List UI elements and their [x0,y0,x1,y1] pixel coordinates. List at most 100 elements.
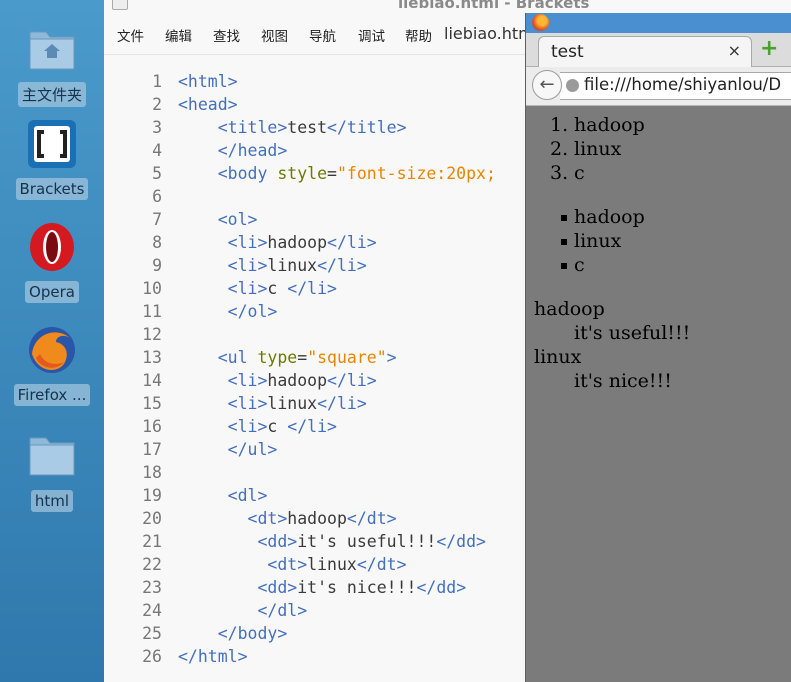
tab-title: test [551,42,584,62]
code-token: </li> [317,256,367,275]
desktop: 主文件夹 Brackets Opera Firefox ... html [0,0,104,682]
line-number: 12 [142,325,162,344]
desktop-icon-label: Opera [25,281,79,303]
code-text: <li>hadoop</li> [178,369,377,392]
code-token: <title> [217,118,288,137]
desktop-icon-home-folder[interactable]: 主文件夹 [0,22,104,107]
code-token: <li> [227,256,268,275]
desktop-icon-firefox[interactable]: Firefox ... [0,324,104,406]
line-number: 16 [142,417,162,436]
firefox-window: test × + file:///home/shiyanlou/D ← 1. h… [525,13,791,682]
globe-icon [566,79,579,92]
close-tab-icon[interactable]: × [728,41,741,60]
code-token: type [257,348,298,367]
code-token: <body [217,164,278,183]
line-number: 19 [142,486,162,505]
code-token: = [327,164,337,183]
line-number: 14 [142,371,162,390]
window-title-bar[interactable]: liebiao.html - Brackets [104,0,791,14]
code-editor[interactable]: 1 <html> 2 <head> 3 <title>test</title> 4 </h… [104,70,526,670]
firefox-title-bar[interactable] [526,13,791,33]
line-number: 10 [142,279,162,298]
ol-marker: 2. [550,138,569,160]
code-text: <dd>it's nice!!!</dd> [178,576,466,599]
code-token: c [267,279,288,298]
code-text: <body style="font-size:20px; [178,162,496,185]
back-button[interactable]: ← [532,70,562,100]
new-tab-button[interactable]: + [760,38,778,60]
code-token: </li> [327,233,377,252]
menu-debug[interactable]: 调试 [358,25,385,45]
desktop-icon-opera[interactable]: Opera [0,221,104,303]
code-token: </dd> [416,578,467,597]
opera-icon [30,223,74,271]
menu-help[interactable]: 帮助 [405,25,432,45]
line-number: 9 [152,256,162,275]
code-token: </li> [287,417,337,436]
ol-marker: 1. [550,114,569,136]
line-number: 26 [142,647,162,666]
line-number: 3 [152,118,162,137]
desktop-icon-html-folder[interactable]: html [0,430,104,512]
menu-view[interactable]: 视图 [261,25,288,45]
ol-item: linux [574,138,622,160]
dl-term: linux [534,346,582,368]
code-text: </head> [178,139,288,162]
code-text: <html> [178,70,238,93]
code-token: <head> [178,95,238,114]
page-content: 1. hadoop 2. linux 3. c hadoop linux c h… [526,106,791,682]
back-arrow-icon: ← [539,74,555,95]
menu-file[interactable]: 文件 [117,25,144,45]
code-token: </dd> [436,532,486,551]
code-token: </body> [217,624,288,643]
firefox-icon [29,327,75,373]
code-token: </ol> [227,302,278,321]
code-token: > [386,348,397,367]
tab-bar: test × + [526,33,791,67]
code-text: <dt>hadoop</dt> [178,507,397,530]
tab-test[interactable]: test × [538,36,752,67]
code-token: c [267,417,288,436]
code-token: <li> [227,394,268,413]
code-text: <ul type="square"> [178,346,397,369]
window-title: liebiao.html - Brackets [398,0,590,12]
menu-edit[interactable]: 编辑 [165,25,192,45]
line-number: 22 [142,555,162,574]
code-text: </dl> [178,599,307,622]
code-token: <li> [227,279,268,298]
square-bullet [561,239,567,245]
url-bar[interactable]: file:///home/shiyanlou/D [560,72,791,100]
line-number: 18 [142,463,162,482]
ol-marker: 3. [550,162,569,184]
menu-navigate[interactable]: 导航 [309,25,336,45]
code-text: </html> [178,645,248,668]
window-menu-button[interactable] [112,0,128,10]
code-token: = [297,348,308,367]
menu-find[interactable]: 查找 [213,25,240,45]
line-number: 15 [142,394,162,413]
desktop-icon-brackets[interactable]: Brackets [0,118,104,200]
code-token: "square" [307,348,387,367]
code-token: </head> [217,141,288,160]
code-token: <dl> [227,486,268,505]
ul-item: hadoop [574,206,645,228]
code-token: linux [267,394,318,413]
line-number: 5 [152,164,162,183]
line-number: 6 [152,187,162,206]
code-token: "font-size:20px; [336,164,496,183]
code-text: <dt>linux</dt> [178,553,406,576]
code-text: <li>linux</li> [178,392,367,415]
code-text: <title>test</title> [178,116,407,139]
line-number: 25 [142,624,162,643]
